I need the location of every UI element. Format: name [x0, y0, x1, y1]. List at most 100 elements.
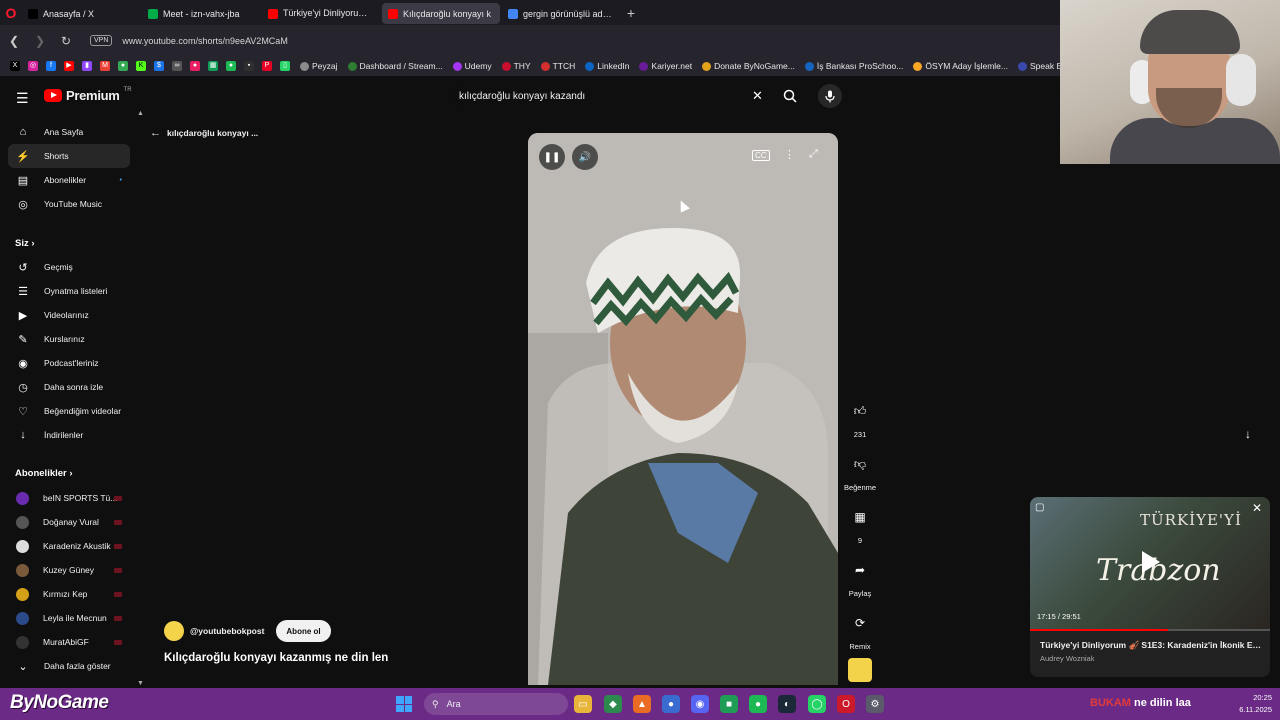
sidebar-item[interactable]: Doğanay Vural: [8, 510, 130, 534]
sidebar-item[interactable]: beIN SPORTS Tü...: [8, 486, 130, 510]
sidebar-item[interactable]: ✎ Kurslarınız: [8, 327, 130, 351]
sidebar-item[interactable]: ▤ Abonelikler •: [8, 168, 130, 192]
system-clock[interactable]: 20:25 6.11.2025: [1222, 692, 1272, 716]
kick-icon[interactable]: K: [136, 61, 146, 71]
browser-tab[interactable]: Türkiye'yi Dinliyorum 🎻: [262, 3, 380, 24]
sidebar-item[interactable]: ⚡ Shorts: [8, 144, 130, 168]
subscriptions-section-title[interactable]: Abonelikler ›: [15, 468, 73, 479]
you-section-title[interactable]: Siz ›: [15, 238, 35, 249]
search-button[interactable]: [776, 83, 804, 109]
sound-button[interactable]: [840, 658, 880, 682]
sidebar-item[interactable]: ◷ Daha sonra izle: [8, 375, 130, 399]
twitch-icon[interactable]: ▮: [82, 61, 92, 71]
browser-tab[interactable]: Meet - izn-vahx-jba: [142, 3, 260, 24]
miniplayer-progress[interactable]: [1030, 629, 1270, 631]
clear-search-icon[interactable]: ✕: [752, 88, 763, 104]
discord-icon[interactable]: ◉: [691, 695, 709, 713]
link-icon[interactable]: ∞: [172, 61, 182, 71]
browser-tab[interactable]: Anasayfa / X: [22, 3, 140, 24]
pause-button[interactable]: ❚❚: [539, 144, 565, 170]
shorts-video-player[interactable]: ❚❚ 🔊 CC ⋮ ⤢: [528, 133, 838, 685]
whatsapp-icon[interactable]: ◯: [808, 695, 826, 713]
bookmark-item[interactable]: LinkedIn: [585, 61, 629, 71]
sidebar-item[interactable]: ↺ Geçmiş: [8, 255, 130, 279]
subscribe-button[interactable]: Abone ol: [276, 620, 331, 642]
sidebar-item[interactable]: ▶ Videolarınız: [8, 303, 130, 327]
play-icon[interactable]: [1142, 551, 1160, 573]
bookmark-item[interactable]: ÖSYM Aday İşlemle...: [913, 61, 1008, 71]
more-options-icon[interactable]: ⋮: [784, 148, 795, 161]
bookmark-item[interactable]: Speak English M: [1018, 61, 1060, 71]
back-to-search-button[interactable]: ← kılıçdaroğlu konyayı ...: [150, 127, 258, 139]
remix-button[interactable]: ⟳ Remix: [840, 608, 880, 651]
vlc-icon[interactable]: ▲: [633, 695, 651, 713]
reload-icon[interactable]: ↻: [58, 34, 74, 48]
file-explorer-icon[interactable]: ▭: [574, 695, 592, 713]
spotify-icon[interactable]: ●: [749, 695, 767, 713]
voice-search-button[interactable]: [818, 84, 842, 108]
sidebar-item[interactable]: ♡ Beğendiğim videolar: [8, 399, 130, 423]
bookmark-item[interactable]: THY: [501, 61, 531, 71]
volume-button[interactable]: 🔊: [572, 144, 598, 170]
share-button[interactable]: ➦ Paylaş: [840, 555, 880, 598]
expand-miniplayer-icon[interactable]: ▢: [1035, 502, 1044, 513]
app-icon[interactable]: ●: [190, 61, 200, 71]
fullscreen-icon[interactable]: ⤢: [809, 148, 818, 161]
spotify-icon[interactable]: ●: [226, 61, 236, 71]
new-tab-button[interactable]: +: [620, 5, 642, 21]
channel-name[interactable]: @youtubebokpost: [190, 626, 264, 636]
app-icon[interactable]: ▪: [244, 61, 254, 71]
sidebar-item[interactable]: Kırmızı Kep: [8, 582, 130, 606]
gmail-icon[interactable]: M: [100, 61, 110, 71]
miniplayer[interactable]: TÜRKİYE'Yİ Trabzon ▢ ✕ 17:15 / 29:51 Tür…: [1030, 497, 1270, 677]
browser-tab[interactable]: gergin görünüşlü adam -: [502, 3, 620, 24]
app-icon[interactable]: ■: [720, 695, 738, 713]
dollar-icon[interactable]: $: [154, 61, 164, 71]
youtube-premium-logo[interactable]: Premium TR: [44, 87, 132, 103]
channel-avatar[interactable]: [164, 621, 184, 641]
url-field[interactable]: www.youtube.com/shorts/n9eeAV2MCaM: [122, 36, 287, 46]
miniplayer-author[interactable]: Audrey Wozniak: [1040, 654, 1094, 663]
bookmark-item[interactable]: Udemy: [452, 61, 492, 71]
sheets-icon[interactable]: ▦: [208, 61, 218, 71]
maps-icon[interactable]: ●: [118, 61, 128, 71]
back-icon[interactable]: ❮: [6, 34, 22, 48]
miniplayer-title[interactable]: Türkiye'yi Dinliyorum 🎻 S1E3: Karadeniz'…: [1040, 640, 1264, 651]
app-icon[interactable]: ●: [662, 695, 680, 713]
bookmark-item[interactable]: Kariyer.net: [639, 61, 692, 71]
next-short-button[interactable]: ↓: [1236, 422, 1260, 446]
pinterest-icon[interactable]: P: [262, 61, 272, 71]
steam-icon[interactable]: ◐: [778, 695, 796, 713]
bookmark-item[interactable]: Dashboard / Stream...: [347, 61, 443, 71]
taskbar-search[interactable]: ⚲ Ara: [424, 693, 568, 715]
search-input[interactable]: kılıçdaroğlu konyayı kazandı: [449, 83, 775, 109]
opera-logo-icon[interactable]: O: [0, 0, 22, 25]
bookmark-item[interactable]: Donate ByNoGame...: [702, 61, 795, 71]
bookmark-item[interactable]: İş Bankası ProSchoo...: [804, 61, 903, 71]
sidebar-item[interactable]: Leyla ile Mecnun: [8, 606, 130, 630]
sidebar-item[interactable]: ⌂ Ana Sayfa: [8, 120, 130, 144]
sidebar-item[interactable]: ◉ Podcast'leriniz: [8, 351, 130, 375]
opera-icon[interactable]: O: [837, 695, 855, 713]
browser-tab[interactable]: Kılıçdaroğlu konyayı k: [382, 3, 500, 24]
bookmark-item[interactable]: Peyzaj: [300, 61, 338, 71]
sidebar-item[interactable]: Karadeniz Akustik: [8, 534, 130, 558]
dislike-button[interactable]: 👎︎ Beğenme: [840, 449, 880, 493]
sidebar-item[interactable]: ⌄ Daha fazla göster: [8, 654, 130, 678]
sidebar-item[interactable]: MuratAbiGF: [8, 630, 130, 654]
sidebar-scroll-up-icon[interactable]: ▲: [137, 110, 144, 117]
sidebar-item[interactable]: ☰ Oynatma listeleri: [8, 279, 130, 303]
settings-icon[interactable]: ⚙: [866, 695, 884, 713]
facebook-icon[interactable]: f: [46, 61, 56, 71]
whatsapp-icon[interactable]: ▯: [280, 61, 290, 71]
windows-start-icon[interactable]: [396, 696, 412, 712]
youtube-icon[interactable]: ▶: [64, 61, 74, 71]
forward-icon[interactable]: ❯: [32, 34, 48, 48]
sidebar-item[interactable]: Kuzey Güney: [8, 558, 130, 582]
app-icon[interactable]: ◆: [604, 695, 622, 713]
sidebar-item[interactable]: ◎ YouTube Music: [8, 192, 130, 216]
close-icon[interactable]: ✕: [1252, 501, 1262, 515]
captions-icon[interactable]: CC: [752, 150, 770, 161]
comments-button[interactable]: ▦ 9: [840, 502, 880, 545]
hamburger-menu-icon[interactable]: ☰: [16, 90, 29, 107]
